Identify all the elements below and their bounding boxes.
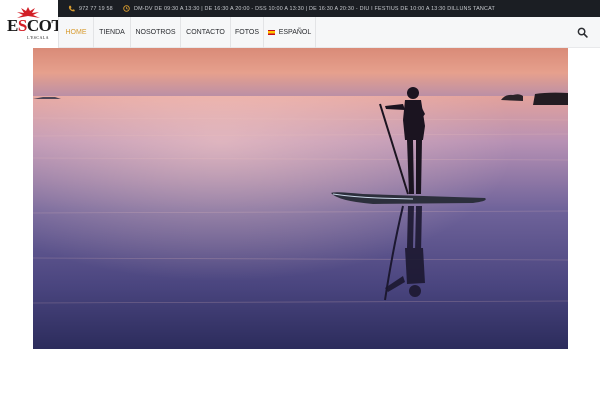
nav-label: FOTOS <box>235 29 259 36</box>
top-info-bar: 972 77 19 58 DM-DV DE 09:30 A 13:30 | DE… <box>58 0 600 17</box>
nav-item-language[interactable]: ESPAÑOL <box>264 17 316 48</box>
logo-subtitle: L'ESCALA <box>27 35 49 40</box>
nav-label: ESPAÑOL <box>278 29 312 36</box>
clock-icon <box>123 5 130 12</box>
opening-hours-text: DM-DV DE 09:30 A 13:30 | DE 16:30 A 20:0… <box>134 5 495 12</box>
nav-label: TIENDA <box>99 29 125 36</box>
nav-item-home[interactable]: HOME <box>58 17 94 48</box>
search-icon[interactable] <box>577 27 588 38</box>
spain-flag-icon <box>267 30 275 35</box>
nav-item-fotos[interactable]: FOTOS <box>231 17 264 48</box>
hero-photo <box>33 48 568 349</box>
logo-wordmark: ESCOT <box>7 16 63 35</box>
hero-image <box>33 48 568 349</box>
main-navigation: HOME TIENDA NOSOTROS CONTACTO FOTOS ESPA… <box>58 17 600 48</box>
nav-item-contacto[interactable]: CONTACTO <box>181 17 231 48</box>
nav-label: CONTACTO <box>186 29 225 36</box>
nav-item-nosotros[interactable]: NOSOTROS <box>131 17 181 48</box>
phone-icon <box>68 5 75 12</box>
opening-hours: DM-DV DE 09:30 A 13:30 | DE 16:30 A 20:0… <box>123 0 495 17</box>
phone-number: 972 77 19 58 <box>79 5 113 12</box>
nav-label: NOSOTROS <box>135 29 176 36</box>
nav-label: HOME <box>65 29 87 36</box>
nav-item-tienda[interactable]: TIENDA <box>94 17 131 48</box>
logo[interactable]: ESCOT L'ESCALA <box>0 0 63 48</box>
phone-info[interactable]: 972 77 19 58 <box>68 0 113 17</box>
